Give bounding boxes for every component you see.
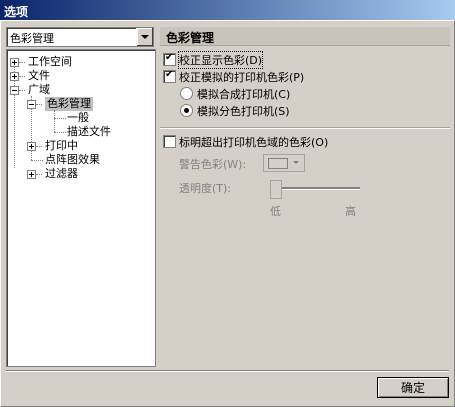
tree-connector — [54, 110, 55, 132]
tree-item-general[interactable]: 广域 — [28, 83, 50, 97]
combobox-value: 色彩管理 — [10, 32, 54, 45]
calibrate-display-checkbox[interactable] — [163, 52, 176, 66]
warning-color-picker[interactable] — [263, 154, 305, 172]
tree-connector — [36, 174, 42, 175]
expand-icon[interactable] — [27, 170, 36, 179]
tree-item-printing[interactable]: 打印中 — [45, 139, 78, 153]
section-divider — [160, 127, 450, 129]
tree-item-filters[interactable]: 过滤器 — [45, 167, 78, 181]
simulate-separation-radio[interactable] — [180, 104, 193, 117]
transparency-slider-thumb[interactable] — [270, 180, 282, 199]
tree-connector — [36, 104, 42, 105]
chevron-down-icon — [293, 161, 299, 164]
calibrate-display-label[interactable]: 校正显示色彩(D) — [177, 51, 264, 69]
tree-item-general-sub[interactable]: 一般 — [67, 111, 89, 125]
calibrate-printer-label[interactable]: 校正模拟的打印机色彩(P) — [179, 69, 304, 85]
ok-button[interactable]: 确定 — [377, 377, 449, 398]
warning-color-label: 警告色彩(W): — [179, 158, 247, 171]
panel-title: 色彩管理 — [166, 31, 215, 45]
tree-item-profiles[interactable]: 描述文件 — [67, 125, 111, 139]
tree-item-color-management[interactable]: 色彩管理 — [45, 97, 93, 111]
simulate-separation-label[interactable]: 模拟分色打印机(S) — [197, 103, 290, 119]
tree-connector — [54, 118, 66, 119]
tree-connector — [19, 62, 25, 63]
tree-connector — [31, 160, 43, 161]
expand-icon[interactable] — [27, 142, 36, 151]
mark-out-of-gamut-checkbox[interactable] — [163, 135, 176, 148]
slider-low-label: 低 — [270, 205, 281, 218]
simulate-composite-radio[interactable] — [180, 87, 193, 100]
collapse-icon[interactable] — [27, 100, 36, 109]
window-title: 选项 — [4, 5, 29, 19]
transparency-slider-track[interactable] — [272, 187, 360, 190]
footer-divider — [6, 370, 449, 372]
title-bar: 选项 — [0, 0, 455, 20]
panel-header: 色彩管理 — [160, 27, 450, 46]
expand-icon[interactable] — [10, 58, 19, 67]
tree-item-bitmap-effects[interactable]: 点阵图效果 — [45, 153, 100, 167]
tree-connector — [19, 90, 25, 91]
color-swatch — [268, 158, 288, 169]
transparency-label: 透明度(T): — [179, 182, 232, 195]
options-tree[interactable]: 工作空间 文件 广域 色彩管理 一般 描述文件 打印中 点阵图效果 过滤器 — [6, 49, 156, 367]
expand-icon[interactable] — [10, 72, 19, 81]
tree-item-files[interactable]: 文件 — [28, 69, 50, 83]
slider-high-label: 高 — [345, 205, 356, 218]
tree-connector — [36, 146, 42, 147]
chevron-down-icon[interactable] — [136, 28, 153, 46]
tree-item-workspace[interactable]: 工作空间 — [28, 55, 72, 69]
collapse-icon[interactable] — [10, 86, 19, 95]
category-combobox[interactable]: 色彩管理 — [6, 27, 154, 47]
tree-connector — [54, 132, 66, 133]
simulate-composite-label[interactable]: 模拟合成打印机(C) — [197, 86, 290, 102]
tree-connector — [19, 76, 25, 77]
mark-out-of-gamut-label[interactable]: 标明超出打印机色域的色彩(O) — [179, 134, 328, 150]
calibrate-printer-checkbox[interactable] — [163, 69, 176, 83]
